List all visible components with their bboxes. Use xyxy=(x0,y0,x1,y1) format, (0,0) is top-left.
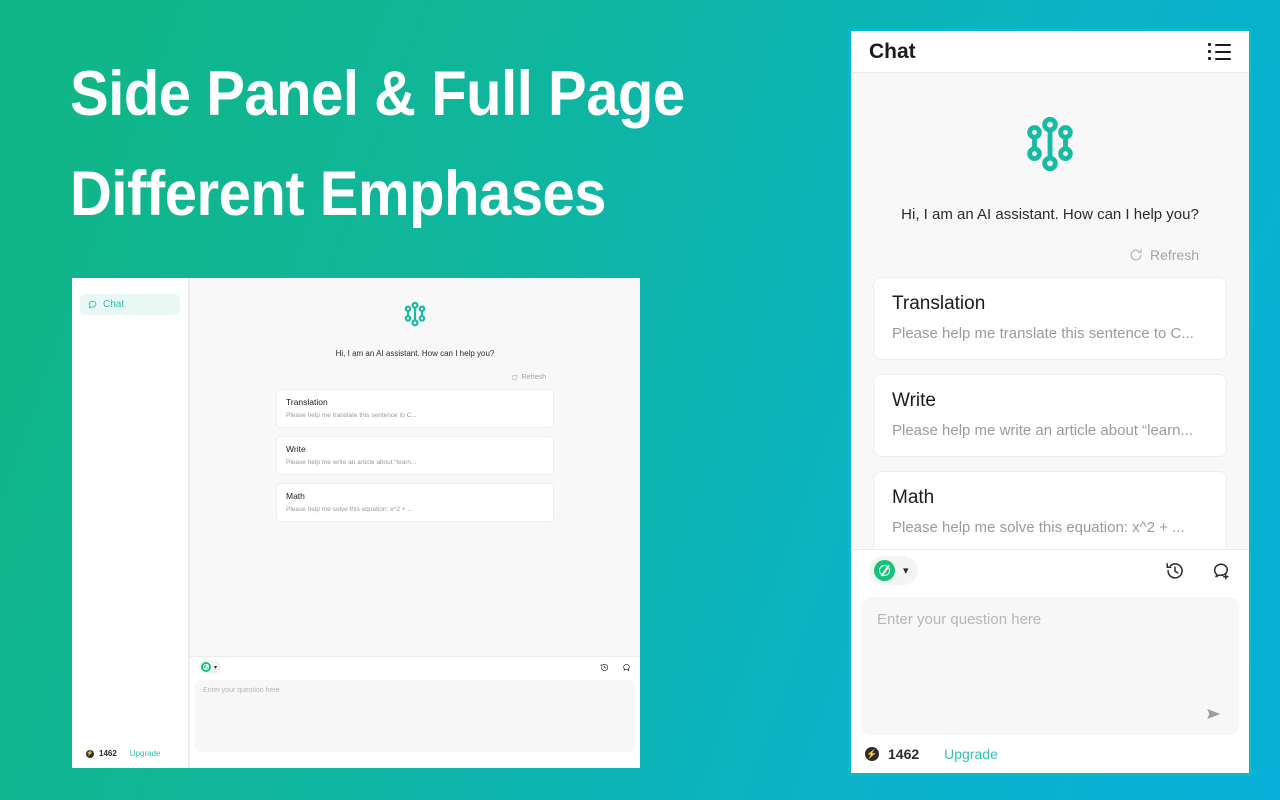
chevron-down-icon: ▾ xyxy=(903,565,909,577)
history-clock-icon[interactable] xyxy=(1165,561,1185,581)
model-selector[interactable]: ▾ xyxy=(199,660,222,674)
new-chat-bubble-plus-icon[interactable] xyxy=(1211,561,1231,581)
full-page-chat-panel: Chat Hi, I am an AI assistant. How can I… xyxy=(848,28,1252,776)
refresh-button[interactable]: Refresh xyxy=(873,247,1227,263)
inset-input-wrap: Enter your question here xyxy=(190,677,640,752)
inset-refresh-button[interactable]: Refresh xyxy=(276,374,554,381)
suggestion-card[interactable]: Write Please help me write an article ab… xyxy=(873,374,1227,457)
suggestion-card-title: Write xyxy=(286,444,306,454)
headline-line-1: Side Panel & Full Page xyxy=(70,59,685,129)
suggestion-card-subtitle: Please help me translate this sentence t… xyxy=(892,325,1194,342)
credits-count: 1462 xyxy=(888,746,920,762)
refresh-icon xyxy=(511,374,518,381)
new-chat-bubble-plus-icon[interactable] xyxy=(622,663,631,672)
openai-logo-icon xyxy=(201,662,211,672)
sidebar-item-chat[interactable]: Chat xyxy=(80,294,180,315)
suggestion-card-title: Write xyxy=(892,390,936,411)
question-input[interactable]: Enter your question here xyxy=(861,597,1239,735)
bolt-badge-icon: ⚡ xyxy=(86,749,94,758)
inset-toolbar-actions xyxy=(600,663,631,672)
suggestion-card[interactable]: Translation Please help me translate thi… xyxy=(276,389,554,428)
send-arrow-icon[interactable] xyxy=(1205,705,1223,723)
inset-bottom-spacer xyxy=(190,752,640,768)
inset-sidebar: Chat ⚡ 1462 Upgrade xyxy=(72,278,189,768)
side-panel-preview: Chat ⚡ 1462 Upgrade Hi, I am an AI assis… xyxy=(72,278,640,768)
inset-composer-toolbar: ▾ xyxy=(190,656,640,677)
openai-logo-icon xyxy=(874,560,895,581)
suggestion-card-title: Math xyxy=(286,491,305,501)
inset-logo-wrap xyxy=(276,300,554,333)
input-wrap: Enter your question here xyxy=(851,591,1249,735)
bolt-badge-icon: ⚡ xyxy=(865,747,879,761)
suggestion-card[interactable]: Write Please help me write an article ab… xyxy=(276,436,554,475)
model-selector[interactable]: ▾ xyxy=(869,556,918,585)
inset-main-content: Hi, I am an AI assistant. How can I help… xyxy=(189,278,640,768)
suggestion-card-subtitle: Please help me translate this sentence t… xyxy=(286,412,417,419)
suggestion-card-title: Translation xyxy=(286,397,328,407)
suggestion-card-subtitle: Please help me solve this equation: x^2 … xyxy=(286,506,413,513)
logo-wrap xyxy=(873,113,1227,180)
suggestion-card[interactable]: Translation Please help me translate thi… xyxy=(873,277,1227,360)
chat-bubble-icon xyxy=(88,300,97,309)
upgrade-link[interactable]: Upgrade xyxy=(130,749,161,758)
panel-footer: ⚡ 1462 Upgrade xyxy=(851,735,1249,773)
credits-count: 1462 xyxy=(99,749,117,758)
panel-header: Chat xyxy=(851,31,1249,73)
toolbar-actions xyxy=(1165,561,1231,581)
suggestion-card-subtitle: Please help me write an article about “l… xyxy=(892,422,1193,439)
inset-conversation-area: Hi, I am an AI assistant. How can I help… xyxy=(190,278,640,656)
refresh-label: Refresh xyxy=(1149,247,1199,263)
suggestion-card-title: Translation xyxy=(892,293,986,314)
inset-refresh-label: Refresh xyxy=(521,374,546,381)
upgrade-link[interactable]: Upgrade xyxy=(944,746,998,762)
list-menu-icon[interactable] xyxy=(1208,41,1231,62)
headline-line-2: Different Emphases xyxy=(70,159,607,229)
ai-assistant-logo-icon xyxy=(1019,113,1081,180)
suggestion-card-subtitle: Please help me solve this equation: x^2 … xyxy=(892,519,1185,536)
composer-toolbar: ▾ xyxy=(851,549,1249,591)
suggestion-card-subtitle: Please help me write an article about “l… xyxy=(286,459,417,466)
inset-sidebar-footer: ⚡ 1462 Upgrade xyxy=(80,749,180,768)
question-input[interactable]: Enter your question here xyxy=(195,680,635,752)
conversation-area: Hi, I am an AI assistant. How can I help… xyxy=(851,73,1249,549)
suggestion-card-title: Math xyxy=(892,487,935,508)
ai-assistant-logo-icon xyxy=(401,300,429,333)
page-title: Chat xyxy=(869,39,916,63)
suggestion-card[interactable]: Math Please help me solve this equation:… xyxy=(873,471,1227,549)
slide-headline: Side Panel & Full Page Different Emphase… xyxy=(70,44,751,244)
sidebar-item-label: Chat xyxy=(103,299,125,310)
history-clock-icon[interactable] xyxy=(600,663,609,672)
refresh-icon xyxy=(1129,248,1143,262)
suggestion-card[interactable]: Math Please help me solve this equation:… xyxy=(276,483,554,522)
chevron-down-icon: ▾ xyxy=(214,664,218,671)
inset-greeting-text: Hi, I am an AI assistant. How can I help… xyxy=(335,349,495,358)
greeting-text: Hi, I am an AI assistant. How can I help… xyxy=(901,206,1199,223)
